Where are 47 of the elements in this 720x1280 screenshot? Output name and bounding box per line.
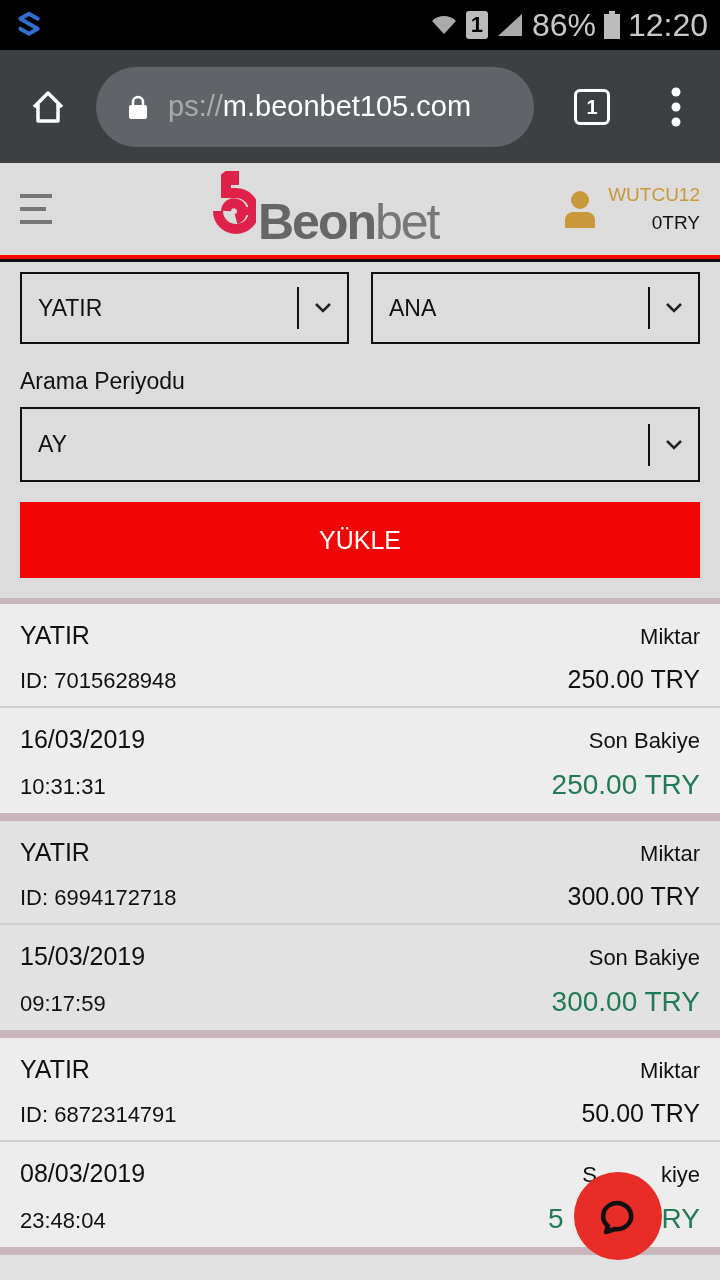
balance-amount: 300.00 TRY [551, 986, 700, 1018]
balance-label: kiye [660, 1162, 700, 1188]
lock-icon [128, 94, 148, 119]
transaction-time: 10:31:31 [20, 774, 106, 800]
dropdown[interactable]: YATIR [20, 272, 349, 344]
amount: 300.00 TRY [567, 882, 700, 911]
clock: 12:20 [627, 6, 708, 44]
battery-percent: 86% [531, 6, 596, 44]
home-icon[interactable] [30, 88, 66, 125]
transaction-type: YATIR [20, 838, 90, 867]
sim-icon: 1 [465, 11, 488, 39]
transaction-date: 16/03/2019 [20, 725, 146, 754]
transaction-time: 23:48:04 [20, 1208, 106, 1234]
load-button[interactable]: YÜKLE [20, 502, 700, 578]
address-bar[interactable]: ps://m.beonbet105.com [96, 66, 534, 147]
transaction-id: ID: 7015628948 [20, 668, 177, 694]
transaction-type: YATIR [20, 1055, 90, 1084]
battery-icon [603, 11, 620, 39]
amount-label: Miktar [640, 1058, 700, 1084]
logo-text: Beonbet [258, 197, 439, 247]
transaction-id: ID: 6994172718 [20, 885, 177, 911]
dropdown[interactable]: AY [20, 407, 700, 482]
chevron-down-icon [666, 439, 682, 450]
transaction-time: 09:17:59 [20, 991, 106, 1017]
username: WUTCU12 [608, 184, 700, 206]
transaction-date: 08/03/2019 [20, 1159, 146, 1188]
menu-icon[interactable] [20, 194, 52, 224]
chevron-down-icon [315, 303, 331, 313]
balance-amount: RY [661, 1203, 700, 1235]
transaction-type: YATIR [20, 621, 90, 650]
amount: 50.00 TRY [581, 1099, 700, 1128]
amount-label: Miktar [640, 841, 700, 867]
user-balance: 0TRY [651, 212, 700, 234]
amount-label: Miktar [640, 624, 700, 650]
overflow-menu-icon[interactable] [670, 86, 682, 127]
transaction-id: ID: 6872314791 [20, 1102, 177, 1128]
balance-label: Son Bakiye [588, 945, 700, 971]
dropdown[interactable]: ANA [371, 272, 700, 344]
balance-amount: 5 [548, 1203, 564, 1235]
field-label: Arama Periyodu [20, 368, 186, 395]
amount: 250.00 TRY [567, 665, 700, 694]
balance-amount: 250.00 TRY [551, 769, 700, 801]
chevron-down-icon [666, 303, 682, 313]
transaction-date: 15/03/2019 [20, 942, 146, 971]
url-text: ps://m.beonbet105.com [168, 90, 472, 123]
balance-label: Son Bakiye [588, 728, 700, 754]
tab-count-button[interactable]: 1 [574, 88, 610, 125]
